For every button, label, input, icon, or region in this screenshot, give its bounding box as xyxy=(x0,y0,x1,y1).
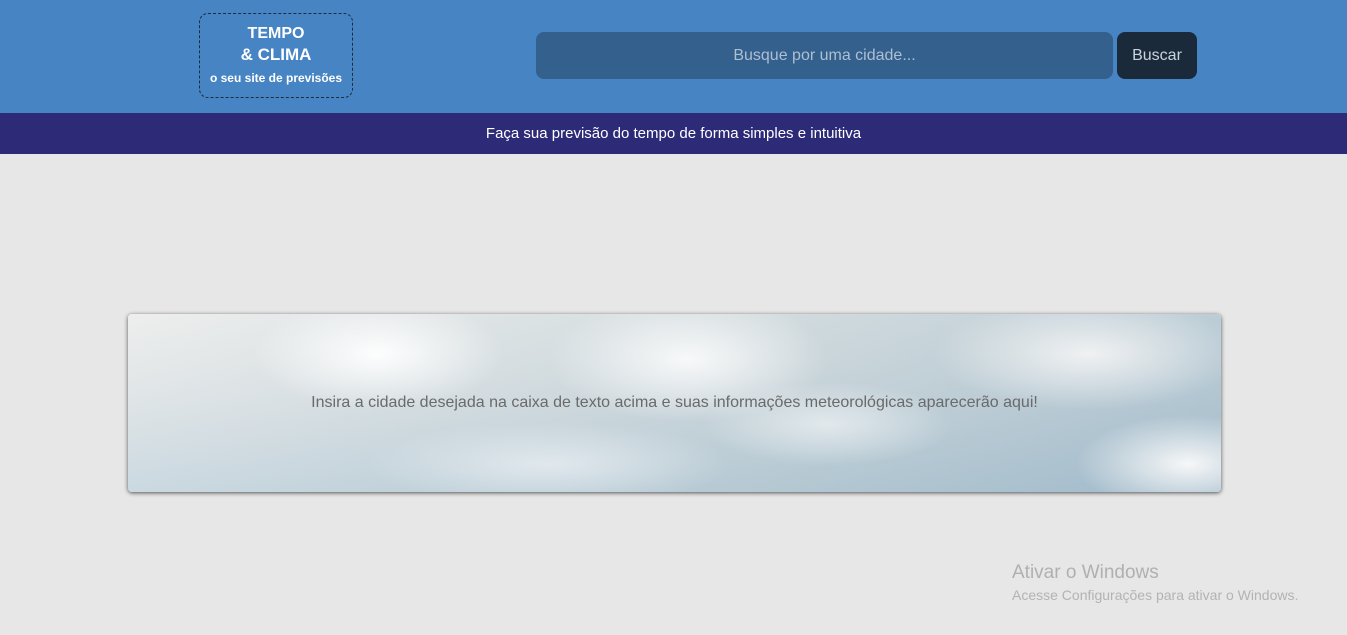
tagline-bar: Faça sua previsão do tempo de forma simp… xyxy=(0,113,1347,154)
weather-info-card: Insira a cidade desejada na caixa de tex… xyxy=(128,314,1221,492)
site-logo[interactable]: TEMPO & CLIMA o seu site de previsões xyxy=(199,13,353,98)
logo-tagline: o seu site de previsões xyxy=(209,71,343,85)
city-search-input[interactable] xyxy=(536,32,1113,79)
empty-state-message: Insira a cidade desejada na caixa de tex… xyxy=(311,394,1038,411)
watermark-title: Ativar o Windows xyxy=(1012,562,1159,583)
watermark-subtitle: Acesse Configurações para ativar o Windo… xyxy=(1012,587,1299,603)
search-button[interactable]: Buscar xyxy=(1117,32,1197,79)
tagline-text: Faça sua previsão do tempo de forma simp… xyxy=(485,125,862,142)
windows-activation-watermark: Ativar o Windows Acesse Configurações pa… xyxy=(1012,562,1298,604)
site-header: TEMPO & CLIMA o seu site de previsões Bu… xyxy=(0,0,1347,113)
logo-line-clima: & CLIMA xyxy=(240,45,312,64)
logo-line-tempo: TEMPO xyxy=(247,25,305,42)
